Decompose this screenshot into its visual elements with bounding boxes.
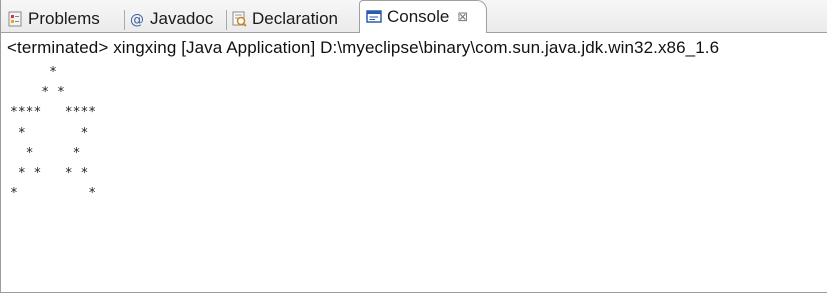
output-line: * * * * [10, 166, 89, 182]
tab-separator [124, 10, 125, 30]
at-sign-icon: @ [129, 11, 145, 28]
svg-text:@: @ [130, 12, 144, 27]
console-icon [366, 9, 382, 25]
console-output: * * * **** **** * * * * * * * * * * [10, 63, 96, 204]
tab-javadoc[interactable]: @ Javadoc [129, 4, 227, 33]
declaration-icon [231, 11, 247, 27]
console-status-line: <terminated> xingxing [Java Application]… [7, 38, 720, 57]
tab-problems[interactable]: Problems [7, 4, 125, 33]
output-line: * * [10, 125, 89, 141]
console-view: Problems @ Javadoc Declaration Console ⊠… [0, 0, 827, 293]
tab-label: Javadoc [150, 8, 214, 28]
problems-icon [7, 11, 23, 27]
tab-separator [226, 10, 227, 30]
output-line: * * [10, 186, 97, 202]
tab-label: Console [387, 7, 450, 26]
output-line: * * [10, 145, 81, 161]
tab-declaration[interactable]: Declaration [231, 4, 359, 33]
tab-label: Problems [28, 8, 100, 28]
tab-console[interactable]: Console ⊠ [359, 0, 487, 33]
output-line: **** **** [10, 105, 97, 121]
output-line: * * [10, 85, 65, 101]
close-icon[interactable]: ⊠ [457, 10, 468, 25]
view-tab-bar: Problems @ Javadoc Declaration Console ⊠ [1, 0, 827, 33]
output-line: * [10, 65, 57, 80]
tab-label: Declaration [252, 8, 338, 28]
